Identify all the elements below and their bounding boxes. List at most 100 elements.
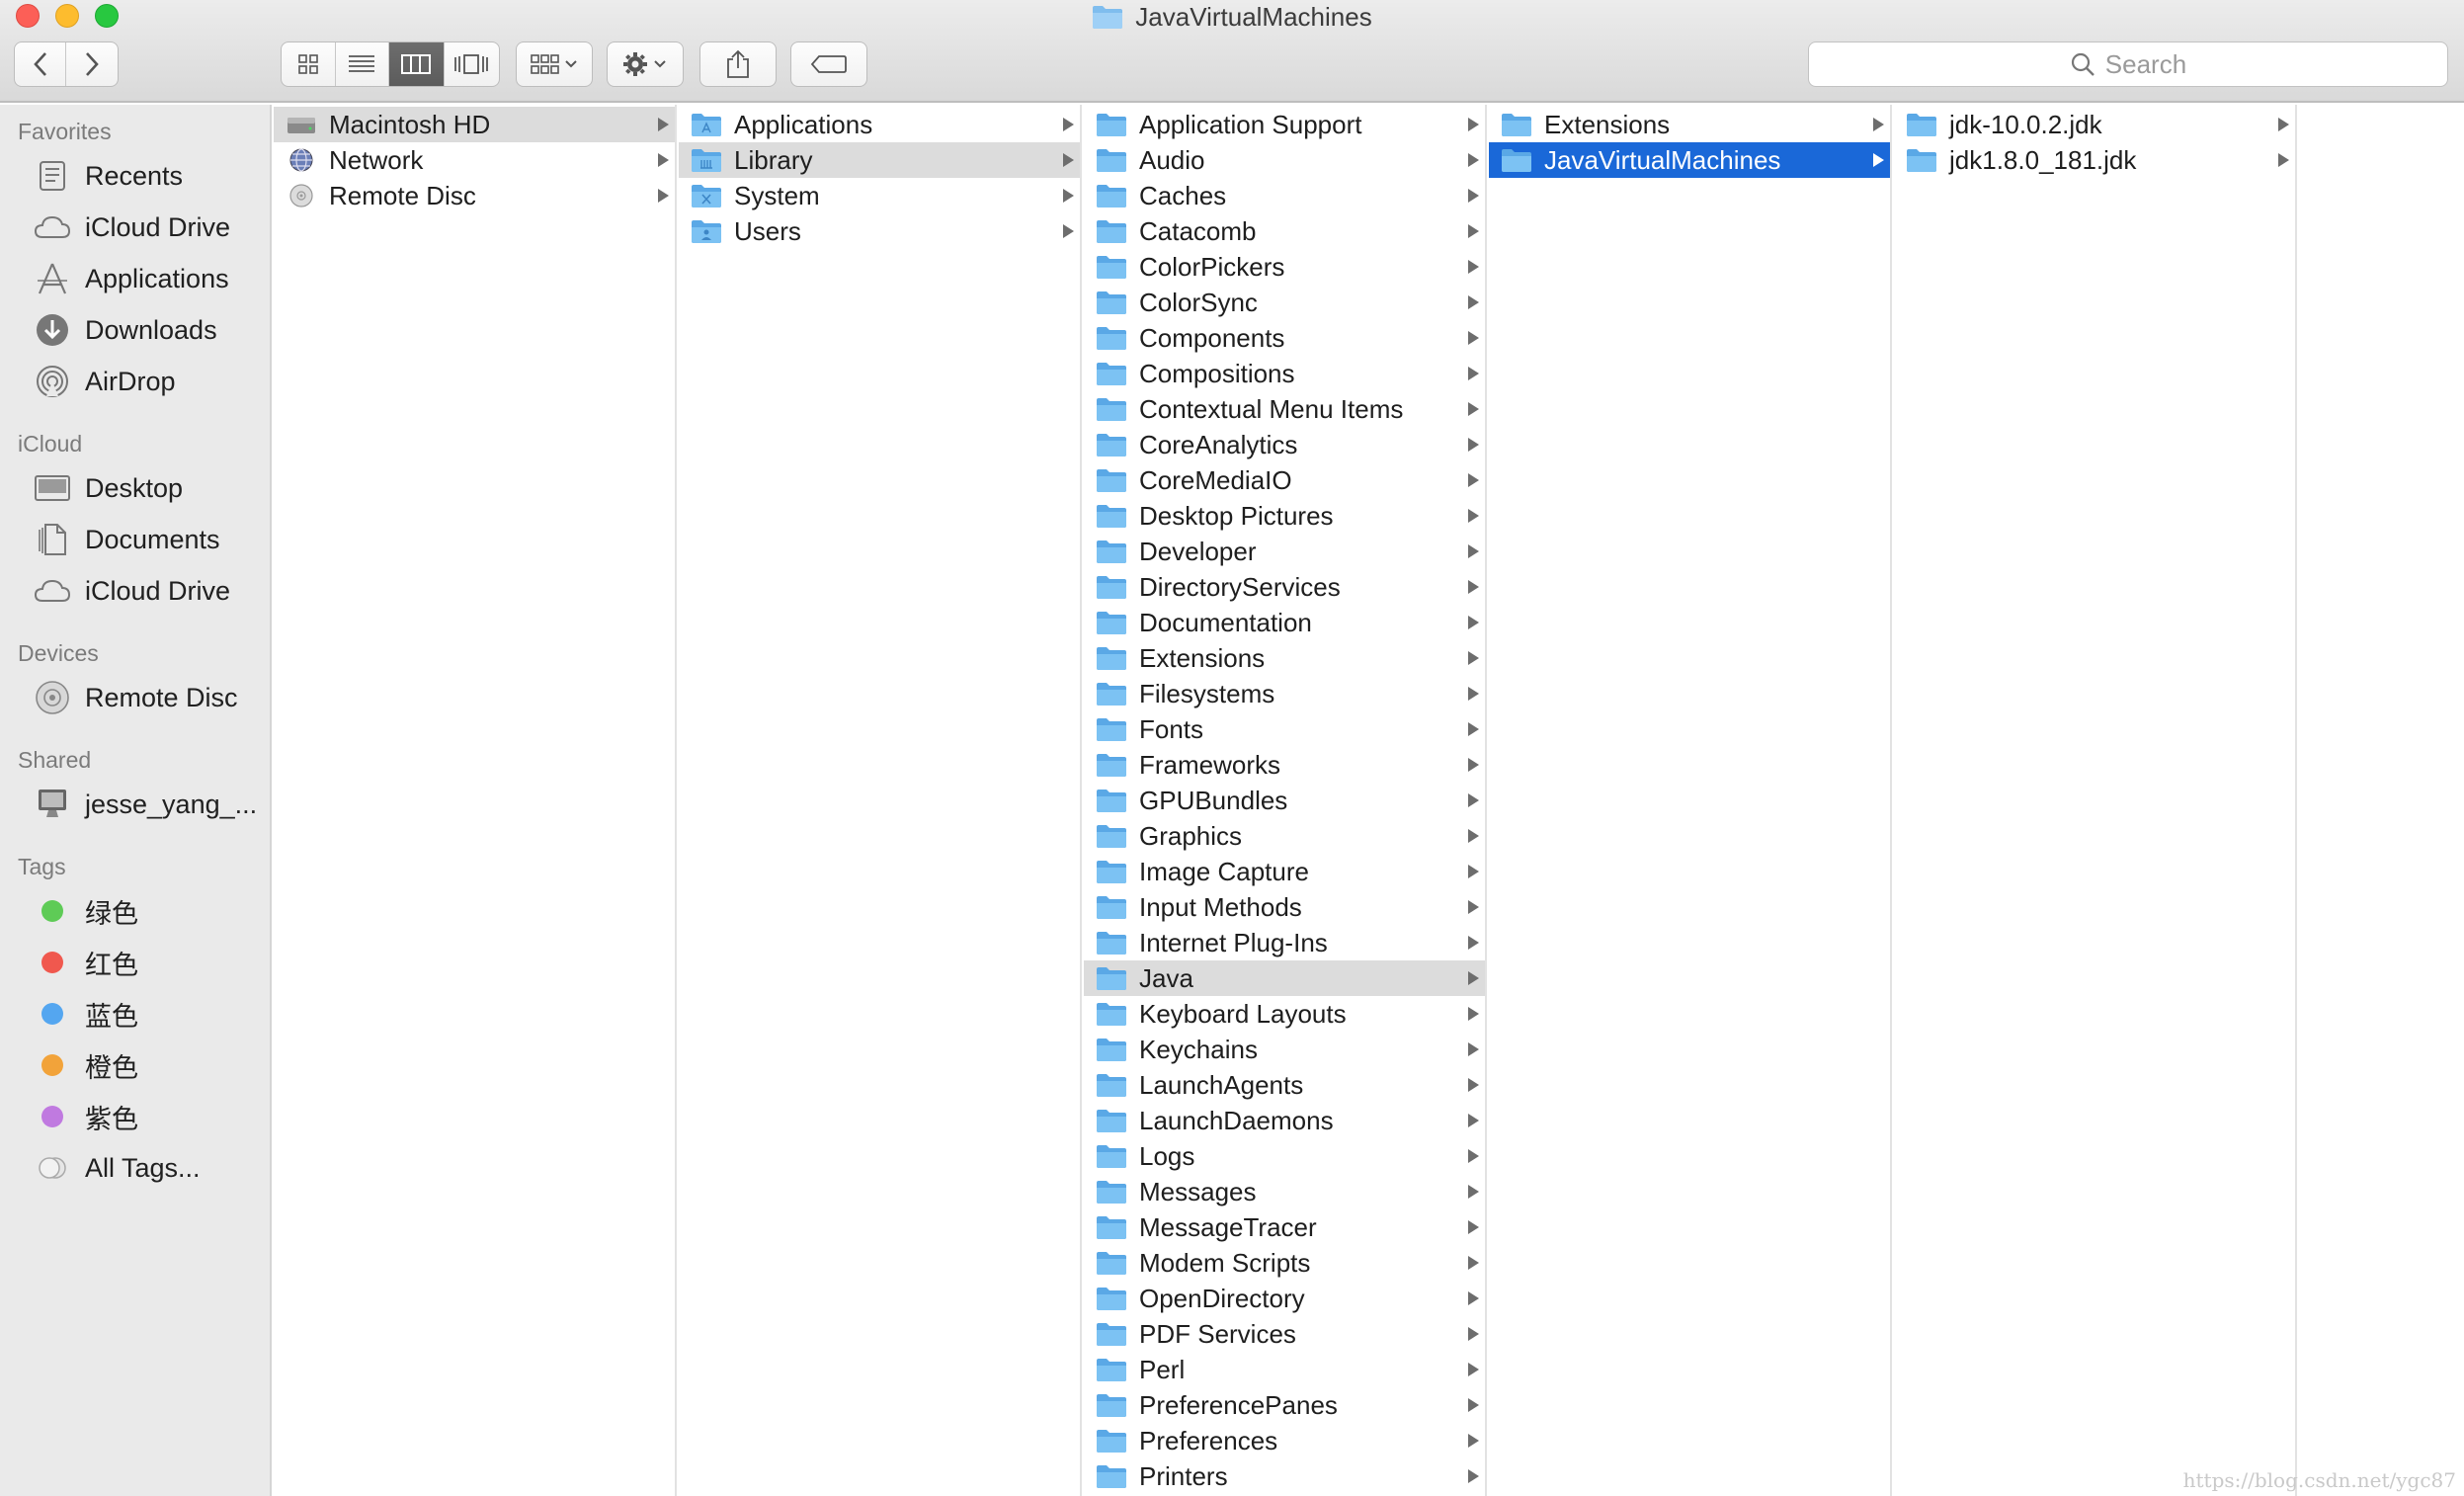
sidebar-item-shared-computer[interactable]: jesse_yang_... (34, 783, 269, 826)
window-title-text: JavaVirtualMachines (1135, 1, 1372, 32)
column-row[interactable]: Remote Disc (274, 178, 675, 213)
column-row[interactable]: Modem Scripts (1084, 1245, 1485, 1281)
column-row[interactable]: ColorSync (1084, 285, 1485, 320)
folder-icon (1096, 1426, 1127, 1455)
column-row[interactable]: Keychains (1084, 1032, 1485, 1067)
column-row[interactable]: JavaVirtualMachines (1489, 142, 1890, 178)
search-field[interactable]: Search (1808, 42, 2448, 87)
purple-tag-dot-icon (41, 1106, 63, 1127)
column-row[interactable]: Network (274, 142, 675, 178)
folder-icon (1096, 288, 1127, 317)
sidebar-item-recents[interactable]: Recents (34, 154, 269, 198)
column-row[interactable]: Users (679, 213, 1080, 249)
column-row[interactable]: CoreMediaIO (1084, 462, 1485, 498)
arrange-button[interactable] (516, 42, 593, 87)
column-row[interactable]: LaunchDaemons (1084, 1103, 1485, 1138)
column-row[interactable]: MessageTracer (1084, 1209, 1485, 1245)
row-label: Library (734, 144, 813, 175)
column-row[interactable]: LaunchAgents (1084, 1067, 1485, 1103)
column-row[interactable]: Logs (1084, 1138, 1485, 1174)
column-row[interactable]: Applications (679, 107, 1080, 142)
column-row[interactable]: Library (679, 142, 1080, 178)
column-row[interactable]: Graphics (1084, 818, 1485, 854)
folder-icon (1906, 110, 1937, 139)
column-row[interactable]: OpenDirectory (1084, 1281, 1485, 1316)
sidebar-tag-green[interactable]: 绿色 (34, 889, 269, 933)
column-row[interactable]: jdk1.8.0_181.jdk (1894, 142, 2295, 178)
column-view-button[interactable] (389, 42, 445, 86)
column-row[interactable]: Printers (1084, 1458, 1485, 1494)
disclosure-arrow-icon (1468, 1078, 1479, 1092)
list-view-button[interactable] (336, 42, 389, 86)
sidebar-item-airdrop[interactable]: AirDrop (34, 360, 269, 403)
sidebar-tag-purple[interactable]: 紫色 (34, 1095, 269, 1138)
column-row[interactable]: Preferences (1084, 1423, 1485, 1458)
column-row[interactable]: Extensions (1489, 107, 1890, 142)
search-placeholder: Search (2104, 48, 2187, 79)
cover-flow-button[interactable] (445, 42, 499, 86)
disclosure-arrow-icon (658, 118, 669, 131)
column-row[interactable]: DirectoryServices (1084, 569, 1485, 605)
sidebar-item-downloads[interactable]: Downloads (34, 308, 269, 352)
column-row[interactable]: Image Capture (1084, 854, 1485, 889)
column-row[interactable]: Developer (1084, 534, 1485, 569)
icon-view-button[interactable] (282, 42, 336, 86)
column-row[interactable]: Frameworks (1084, 747, 1485, 783)
column-row[interactable]: Extensions (1084, 640, 1485, 676)
sidebar-all-tags[interactable]: All Tags... (34, 1146, 269, 1190)
sidebar-tag-red[interactable]: 红色 (34, 941, 269, 984)
column-row[interactable]: Keyboard Layouts (1084, 996, 1485, 1032)
column-row[interactable]: Java (1084, 960, 1485, 996)
column-row[interactable]: Contextual Menu Items (1084, 391, 1485, 427)
sidebar-item-remote-disc[interactable]: Remote Disc (34, 676, 269, 719)
row-label: LaunchDaemons (1139, 1105, 1334, 1135)
column-row[interactable]: Caches (1084, 178, 1485, 213)
column-row[interactable]: PreferencePanes (1084, 1387, 1485, 1423)
forward-button[interactable] (66, 42, 118, 86)
column-row[interactable]: Perl (1084, 1352, 1485, 1387)
disclosure-arrow-icon (1873, 118, 1884, 131)
back-button[interactable] (15, 42, 66, 86)
column-row[interactable]: PDF Services (1084, 1316, 1485, 1352)
share-button[interactable] (699, 42, 777, 87)
disclosure-arrow-icon (1468, 1327, 1479, 1341)
column-row[interactable]: Catacomb (1084, 213, 1485, 249)
sidebar-tag-blue[interactable]: 蓝色 (34, 992, 269, 1036)
row-label: Audio (1139, 144, 1205, 175)
folder-icon (1093, 6, 1123, 29)
column-row[interactable]: Documentation (1084, 605, 1485, 640)
column-row[interactable]: ColorPickers (1084, 249, 1485, 285)
folder-icon (1096, 501, 1127, 531)
column-row[interactable]: Audio (1084, 142, 1485, 178)
column-row[interactable]: GPUBundles (1084, 783, 1485, 818)
column-row[interactable]: Input Methods (1084, 889, 1485, 925)
column-row[interactable]: Compositions (1084, 356, 1485, 391)
sidebar-item-applications[interactable]: Applications (34, 257, 269, 300)
column-row[interactable]: Components (1084, 320, 1485, 356)
sidebar-item-icloud-drive-2[interactable]: iCloud Drive (34, 569, 269, 613)
sidebar-item-icloud-drive[interactable]: iCloud Drive (34, 206, 269, 249)
row-label: Keyboard Layouts (1139, 998, 1347, 1029)
sidebar-item-desktop[interactable]: Desktop (34, 466, 269, 510)
browser-column-2: Applications Library System Users (679, 105, 1082, 1496)
column-row[interactable]: Fonts (1084, 711, 1485, 747)
column-row[interactable]: System (679, 178, 1080, 213)
column-row[interactable]: jdk-10.0.2.jdk (1894, 107, 2295, 142)
folder-icon (1096, 892, 1127, 922)
column-row[interactable]: Application Support (1084, 107, 1485, 142)
sidebar-tag-orange[interactable]: 橙色 (34, 1043, 269, 1087)
column-row[interactable]: Desktop Pictures (1084, 498, 1485, 534)
disclosure-arrow-icon (1468, 402, 1479, 416)
action-button[interactable] (607, 42, 684, 87)
column-row[interactable]: CoreAnalytics (1084, 427, 1485, 462)
column-row[interactable]: Internet Plug-Ins (1084, 925, 1485, 960)
column-row[interactable]: Macintosh HD (274, 107, 675, 142)
sidebar-item-documents[interactable]: Documents (34, 518, 269, 561)
sidebar-item-label: Downloads (85, 314, 217, 345)
column-row[interactable]: Filesystems (1084, 676, 1485, 711)
column-row[interactable]: Messages (1084, 1174, 1485, 1209)
disclosure-arrow-icon (1468, 1185, 1479, 1199)
browser-column-5: jdk-10.0.2.jdk jdk1.8.0_181.jdk (1894, 105, 2297, 1496)
edit-tags-button[interactable] (790, 42, 867, 87)
folder-icon (1096, 1461, 1127, 1491)
